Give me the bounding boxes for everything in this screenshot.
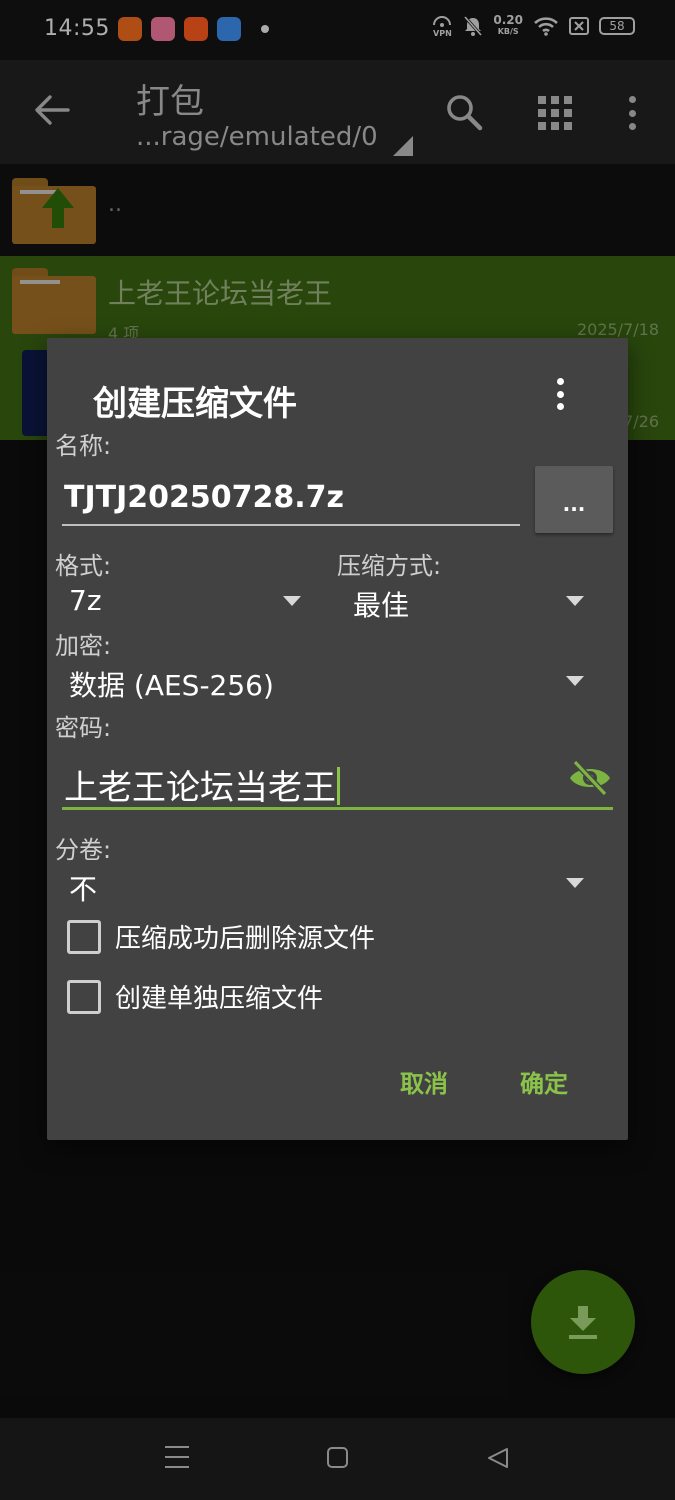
encryption-label: 加密: <box>55 632 112 660</box>
split-label: 分卷: <box>55 836 112 864</box>
encryption-dropdown-icon[interactable] <box>566 676 584 686</box>
separate-archives-checkbox[interactable] <box>67 979 101 1014</box>
ok-button[interactable]: 确定 <box>520 1064 568 1099</box>
password-value: 上老王论坛当老王 <box>64 768 336 808</box>
nav-back-icon[interactable] <box>486 1446 510 1470</box>
recent-apps-icon[interactable] <box>165 1446 189 1468</box>
browse-button[interactable]: ... <box>535 466 613 533</box>
delete-source-option[interactable]: 压缩成功后删除源文件 <box>67 918 375 955</box>
archive-name-input[interactable]: TJTJ20250728.7z <box>62 466 520 526</box>
extract-fab[interactable] <box>531 1270 635 1374</box>
password-input[interactable]: 上老王论坛当老王 <box>62 750 613 810</box>
visibility-off-icon[interactable] <box>567 758 613 798</box>
password-label: 密码: <box>55 714 112 742</box>
method-dropdown-icon[interactable] <box>566 596 584 606</box>
separate-archives-option[interactable]: 创建单独压缩文件 <box>67 978 323 1015</box>
format-dropdown-icon[interactable] <box>283 596 301 606</box>
archive-name-value: TJTJ20250728.7z <box>64 480 344 515</box>
encryption-select[interactable]: 数据 (AES-256) <box>69 664 274 704</box>
split-select[interactable]: 不 <box>69 868 97 908</box>
cancel-button[interactable]: 取消 <box>400 1064 448 1099</box>
separate-archives-label: 创建单独压缩文件 <box>115 984 324 1014</box>
format-label: 格式: <box>55 552 112 580</box>
split-dropdown-icon[interactable] <box>566 878 584 888</box>
delete-source-checkbox[interactable] <box>67 919 101 954</box>
dialog-overflow-icon[interactable] <box>555 378 565 410</box>
download-icon <box>569 1306 597 1339</box>
method-select[interactable]: 最佳 <box>353 584 409 624</box>
name-label: 名称: <box>55 432 112 460</box>
text-cursor <box>337 767 340 805</box>
dialog-title: 创建压缩文件 <box>93 384 297 424</box>
delete-source-label: 压缩成功后删除源文件 <box>115 924 376 954</box>
method-label: 压缩方式: <box>337 552 442 580</box>
navigation-bar <box>0 1418 675 1500</box>
home-icon[interactable] <box>327 1447 348 1468</box>
create-archive-dialog: 创建压缩文件 名称: TJTJ20250728.7z ... 格式: 7z 压缩… <box>47 338 628 1140</box>
format-select[interactable]: 7z <box>69 584 102 617</box>
